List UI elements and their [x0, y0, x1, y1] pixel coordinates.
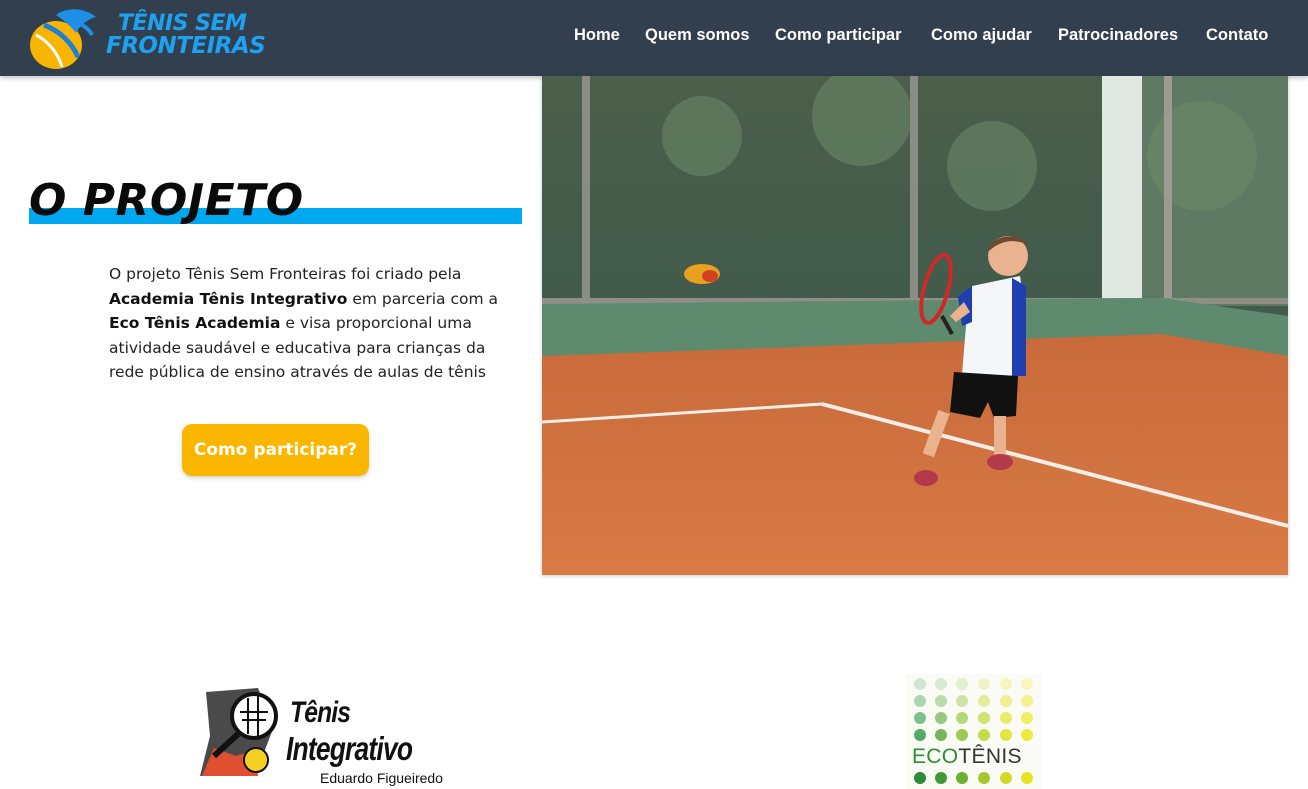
logo-line-1: TÊNIS SEM [118, 11, 247, 36]
como-participar-button[interactable]: Como participar? [182, 424, 369, 476]
eco-word: ECO [912, 745, 959, 768]
hero-photo-child-playing-tennis [542, 76, 1288, 575]
logo-wordmark: TÊNIS SEM FRONTEIRAS [106, 11, 266, 59]
ti-line-1: Tênis [290, 696, 351, 729]
nav-link-patrocinadores[interactable]: Patrocinadores [1058, 26, 1178, 45]
hero-text-part-2: em parceria com a [347, 289, 498, 308]
nav-link-contato[interactable]: Contato [1206, 26, 1268, 45]
ecotenis-logo[interactable]: ECOTÊNIS [906, 674, 1042, 789]
ti-line-3: Eduardo Figueiredo [320, 770, 443, 786]
ecotenis-dots-icon [914, 678, 1033, 784]
nav-link-home[interactable]: Home [574, 26, 620, 45]
nav-link-como-participar[interactable]: Como participar [775, 26, 902, 45]
tenis-integrativo-logo[interactable]: Tênis Integrativo Eduardo Figueiredo [196, 686, 448, 789]
navbar: TÊNIS SEM FRONTEIRAS Home Quem somos Com… [0, 0, 1308, 76]
nav-link-como-ajudar[interactable]: Como ajudar [931, 26, 1032, 45]
tenis-word: TÊNIS [958, 745, 1022, 768]
hero-text-bold-eco: Eco Tênis Academia [109, 314, 281, 332]
ti-line-2: Integrativo [286, 730, 413, 767]
logo-line-2: FRONTEIRAS [106, 33, 266, 59]
tennis-ball-logo-icon [30, 9, 96, 69]
hero-title: O PROJETO [29, 175, 304, 226]
hero-text-part-1: O projeto Tênis Sem Fronteiras foi criad… [109, 265, 462, 283]
hero-title-block: O PROJETO [29, 176, 523, 226]
nav-link-quem-somos[interactable]: Quem somos [645, 26, 750, 45]
hero-description: O projeto Tênis Sem Fronteiras foi criad… [109, 262, 509, 385]
tennis-court-illustration [542, 76, 1288, 575]
tenis-integrativo-mark-icon [200, 688, 278, 776]
site-logo[interactable]: TÊNIS SEM FRONTEIRAS [26, 5, 296, 71]
ecotenis-wordmark: ECOTÊNIS [912, 745, 1022, 769]
hero-text-bold-academia: Academia Tênis Integrativo [109, 289, 348, 308]
